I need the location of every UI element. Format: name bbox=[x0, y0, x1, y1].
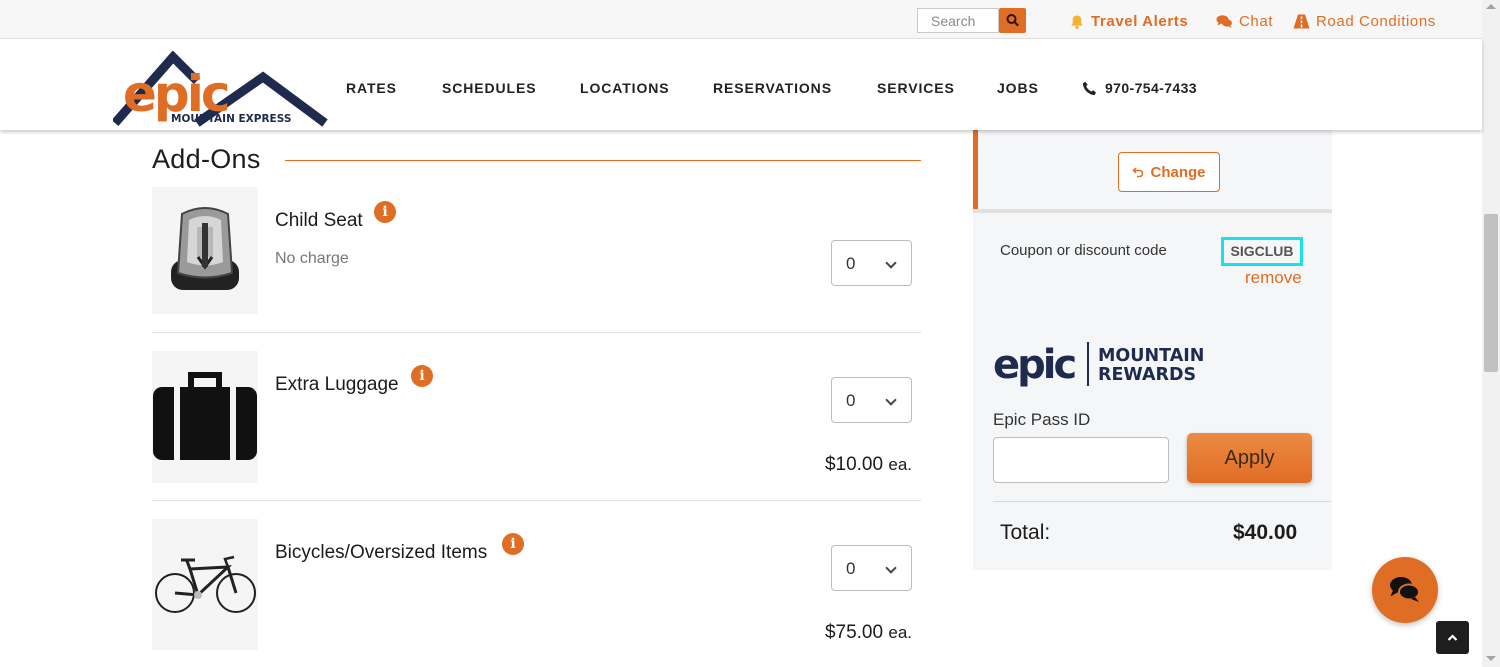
bicycles-qty-value: 0 bbox=[846, 559, 856, 578]
logo-subtitle-text: MOUNTAIN EXPRESS bbox=[171, 113, 291, 125]
extra-luggage-price-value: $10.00 bbox=[824, 454, 884, 475]
extra-luggage-price: $10.00 ea. bbox=[825, 454, 912, 476]
chat-bubbles-icon bbox=[1390, 577, 1420, 602]
child-seat-image bbox=[152, 187, 258, 314]
change-button[interactable]: Change bbox=[1118, 152, 1220, 192]
chat-link[interactable]: Chat bbox=[1216, 13, 1273, 30]
addons-title: Add-Ons bbox=[152, 144, 261, 174]
rewards-line2-text: REWARDS bbox=[1098, 365, 1196, 385]
extra-luggage-info-icon[interactable]: i bbox=[411, 365, 433, 387]
addon-bicycles: Bicycles/Oversized Items i 0 $75.00 ea. bbox=[152, 519, 921, 650]
bell-icon bbox=[1071, 15, 1083, 29]
child-seat-qty-select[interactable]: 0 bbox=[831, 240, 912, 286]
apply-button[interactable]: Apply bbox=[1187, 433, 1312, 483]
bicycles-qty-select[interactable]: 0 bbox=[831, 545, 912, 591]
page: Search Travel Alerts Chat Road Condition… bbox=[0, 0, 1500, 667]
total-label: Total: bbox=[1000, 521, 1051, 544]
coupon-label: Coupon or discount code bbox=[1000, 242, 1167, 259]
back-to-top-button[interactable] bbox=[1436, 621, 1469, 654]
travel-alerts-label: Travel Alerts bbox=[1091, 13, 1189, 30]
chevron-down-icon bbox=[885, 562, 897, 574]
nav-locations[interactable]: LOCATIONS bbox=[580, 80, 670, 96]
addons-title-rule bbox=[285, 160, 921, 161]
child-seat-name: Child Seat bbox=[275, 210, 363, 231]
phone-number: 970-754-7433 bbox=[1105, 80, 1197, 96]
scroll-up-arrow-icon[interactable] bbox=[1486, 4, 1496, 9]
epic-pass-id-label: Epic Pass ID bbox=[993, 410, 1091, 429]
phone-icon bbox=[1082, 81, 1096, 95]
total-value: $40.00 bbox=[1233, 521, 1298, 544]
bicycles-info-icon[interactable]: i bbox=[502, 533, 524, 555]
bicycles-price-value: $75.00 bbox=[824, 622, 884, 643]
rewards-brand-text: epic bbox=[993, 342, 1075, 388]
chat-label: Chat bbox=[1239, 13, 1274, 30]
search-input[interactable]: Search bbox=[917, 8, 999, 33]
panel-rule bbox=[993, 501, 1331, 502]
extra-luggage-name: Extra Luggage bbox=[275, 374, 399, 395]
change-label: Change bbox=[1150, 163, 1206, 181]
chat-bubbles-icon bbox=[1216, 15, 1232, 28]
chevron-up-icon bbox=[1447, 634, 1458, 641]
chevron-down-icon bbox=[885, 257, 897, 269]
nav-rates[interactable]: RATES bbox=[346, 80, 397, 96]
scrollbar-thumb[interactable] bbox=[1484, 214, 1498, 372]
bicycle-icon bbox=[155, 555, 256, 613]
child-seat-info-icon[interactable]: i bbox=[374, 201, 396, 223]
nav-schedules[interactable]: SCHEDULES bbox=[442, 80, 536, 96]
epic-pass-id-input[interactable] bbox=[993, 437, 1169, 483]
coupon-code-badge: SIGCLUB bbox=[1221, 237, 1303, 266]
bicycles-name: Bicycles/Oversized Items bbox=[275, 542, 488, 563]
extra-luggage-qty-value: 0 bbox=[846, 391, 856, 410]
scroll-down-arrow-icon[interactable] bbox=[1486, 656, 1496, 661]
phone-link[interactable]: 970-754-7433 bbox=[1082, 80, 1197, 96]
child-seat-subtitle: No charge bbox=[275, 250, 349, 267]
addon-divider bbox=[152, 332, 921, 333]
panel-separator bbox=[973, 209, 1332, 213]
page-scrollbar[interactable] bbox=[1482, 0, 1500, 667]
rewards-line1-text: MOUNTAIN bbox=[1098, 346, 1204, 366]
extra-luggage-price-suffix: ea. bbox=[888, 455, 912, 474]
search-button[interactable] bbox=[999, 8, 1026, 33]
epic-mountain-express-logo[interactable]: epic MOUNTAIN EXPRESS bbox=[111, 50, 328, 127]
road-conditions-link[interactable]: Road Conditions bbox=[1293, 13, 1436, 30]
addon-child-seat: Child Seat i No charge 0 bbox=[152, 187, 921, 314]
nav-services[interactable]: SERVICES bbox=[877, 80, 955, 96]
nav-reservations[interactable]: RESERVATIONS bbox=[713, 80, 832, 96]
child-seat-qty-value: 0 bbox=[846, 254, 856, 273]
epic-mountain-rewards-logo: epic MOUNTAIN REWARDS bbox=[993, 340, 1205, 388]
main-header: epic MOUNTAIN EXPRESS RATES SCHEDULES LO… bbox=[0, 39, 1482, 130]
search-icon bbox=[1006, 14, 1019, 27]
addon-divider bbox=[152, 500, 921, 501]
bicycles-price: $75.00 ea. bbox=[825, 622, 912, 644]
remove-coupon-link[interactable]: remove bbox=[1245, 268, 1302, 288]
addon-extra-luggage: Extra Luggage i 0 $10.00 ea. bbox=[152, 351, 921, 483]
chat-widget-button[interactable] bbox=[1372, 557, 1438, 623]
bicycle-image bbox=[152, 519, 258, 650]
travel-alerts-link[interactable]: Travel Alerts bbox=[1069, 13, 1188, 30]
child-seat-icon bbox=[171, 207, 239, 290]
road-icon bbox=[1293, 14, 1310, 29]
bicycles-price-suffix: ea. bbox=[888, 623, 912, 642]
suitcase-icon bbox=[153, 372, 257, 460]
utility-bar: Search Travel Alerts Chat Road Condition… bbox=[0, 0, 1482, 39]
chevron-down-icon bbox=[885, 394, 897, 406]
panel-accent-bar bbox=[973, 130, 978, 213]
undo-icon bbox=[1132, 167, 1144, 178]
nav-jobs[interactable]: JOBS bbox=[997, 80, 1039, 96]
extra-luggage-qty-select[interactable]: 0 bbox=[831, 377, 912, 423]
luggage-image bbox=[152, 351, 258, 483]
road-conditions-label: Road Conditions bbox=[1316, 13, 1436, 30]
